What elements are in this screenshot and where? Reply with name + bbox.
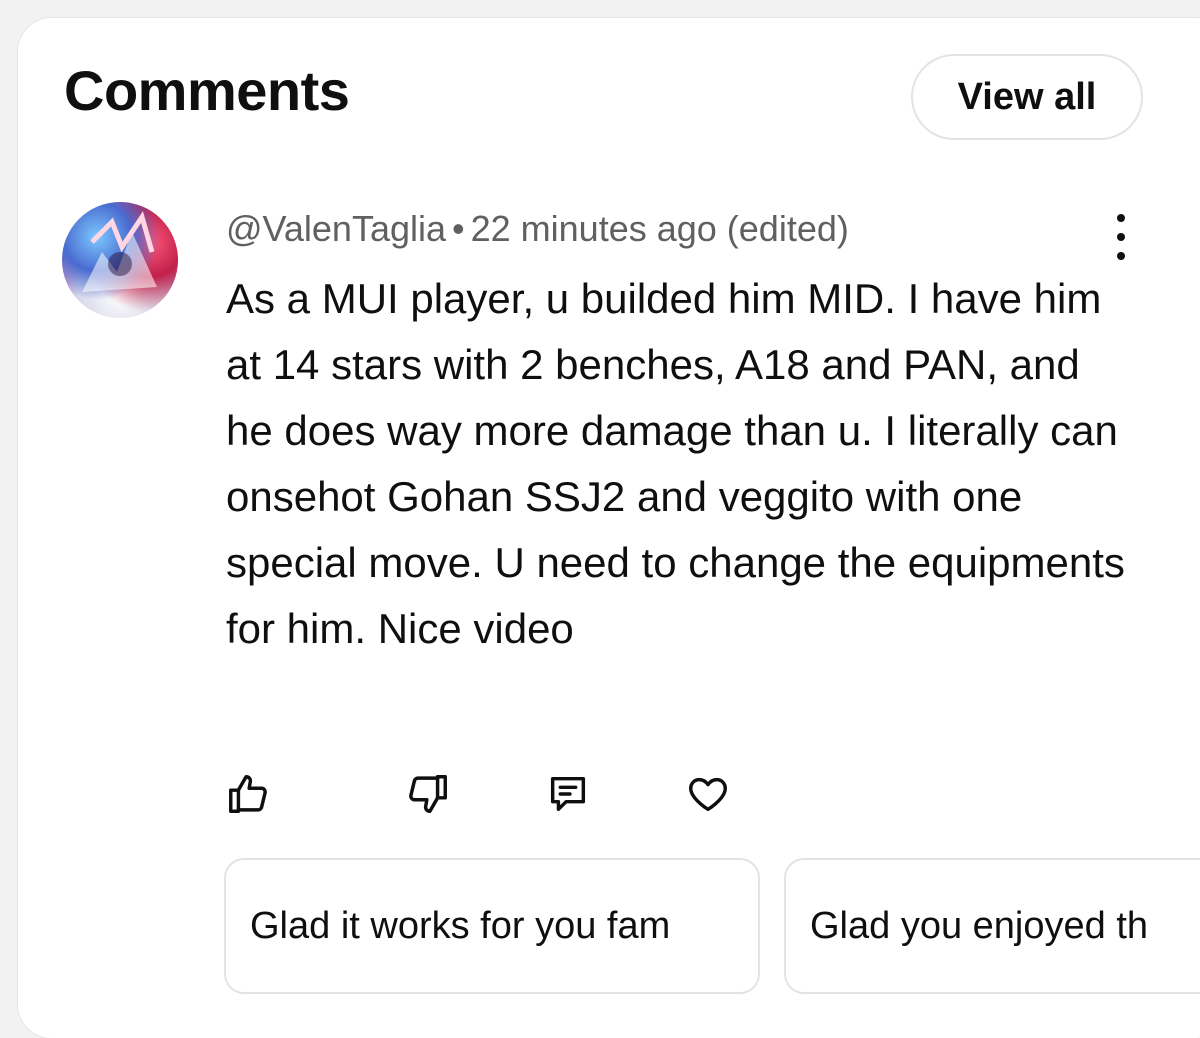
- avatar[interactable]: [62, 202, 178, 318]
- comment-time: 22 minutes ago (edited): [470, 208, 849, 249]
- reply-icon[interactable]: [544, 770, 592, 818]
- meta-separator: •: [452, 208, 465, 249]
- thumbs-up-icon[interactable]: [224, 770, 272, 818]
- comments-title: Comments: [64, 59, 350, 122]
- suggested-reply-chip[interactable]: Glad you enjoyed th: [784, 858, 1200, 994]
- more-options-icon[interactable]: [1103, 214, 1139, 260]
- comment-meta: @ValenTaglia • 22 minutes ago (edited): [226, 208, 849, 250]
- avatar-art-icon: [82, 211, 157, 292]
- thumbs-down-icon[interactable]: [404, 770, 452, 818]
- suggested-reply-chip[interactable]: Glad it works for you fam: [224, 858, 760, 994]
- view-all-button[interactable]: View all: [911, 54, 1143, 140]
- comments-card: Comments View all @ValenTaglia • 22 minute…: [18, 18, 1200, 1038]
- comment-author[interactable]: @ValenTaglia: [226, 208, 446, 249]
- comment-text: As a MUI player, u builded him MID. I ha…: [226, 275, 1125, 652]
- heart-icon[interactable]: [684, 770, 732, 818]
